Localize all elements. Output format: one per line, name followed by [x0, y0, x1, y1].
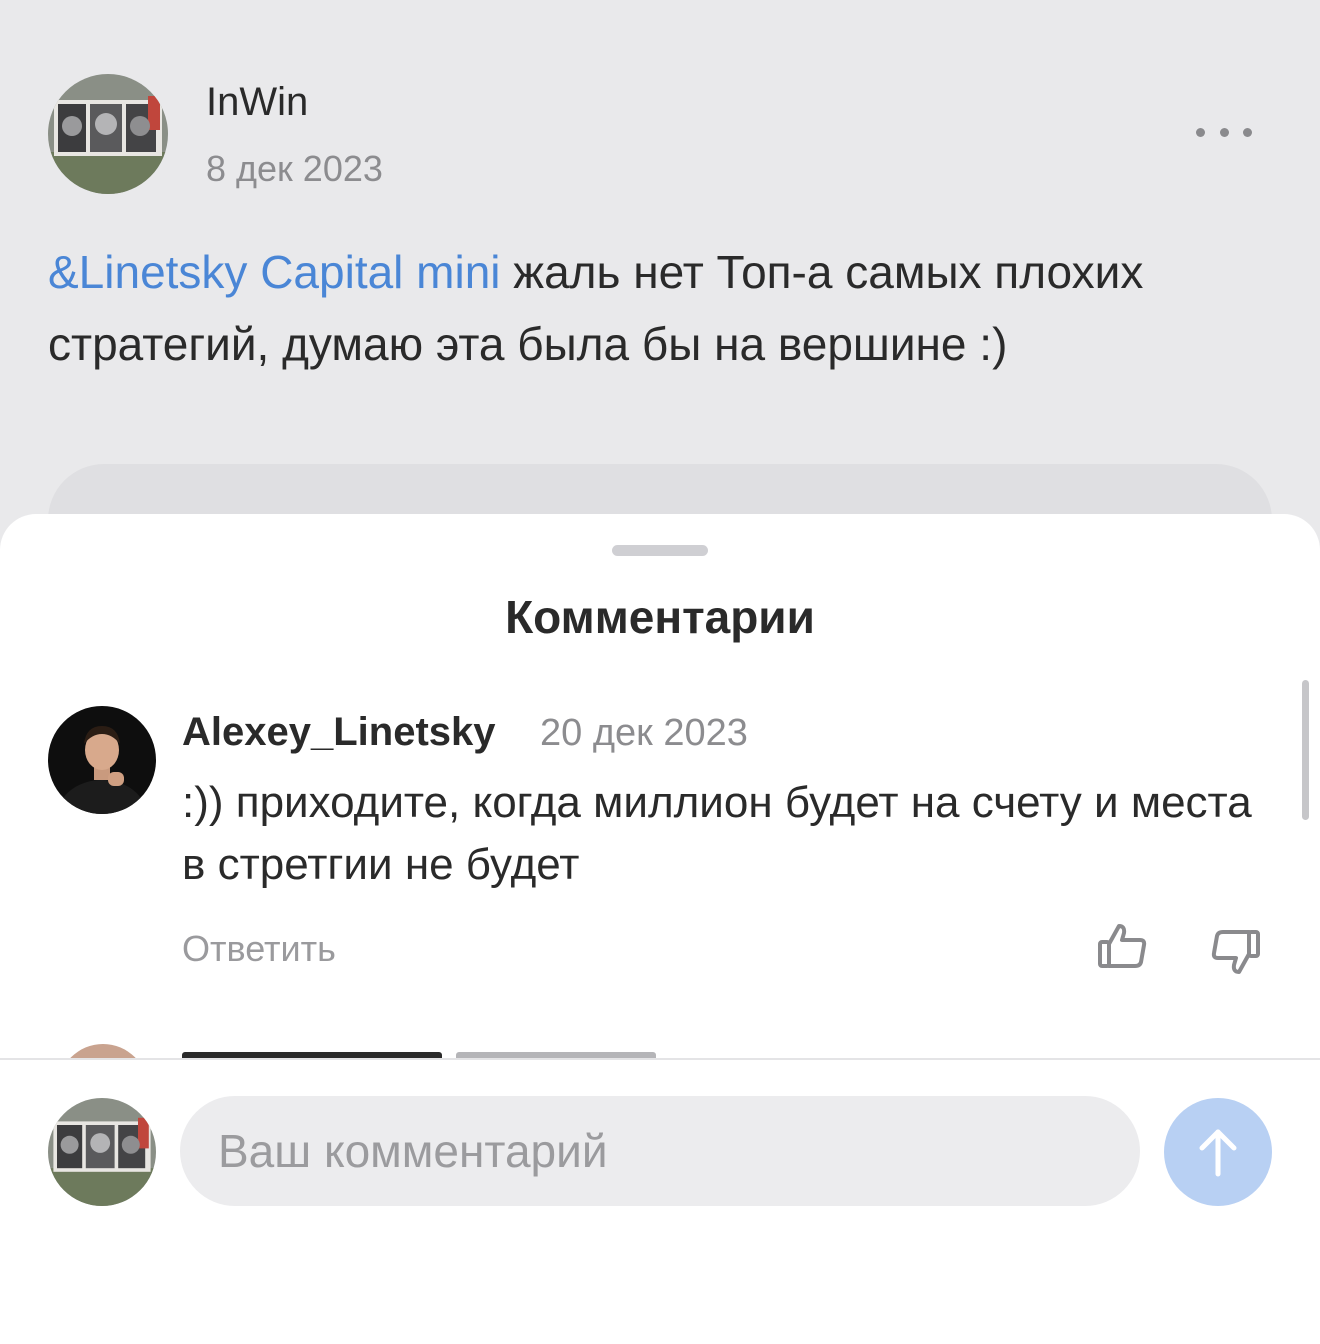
sheet-grabber-handle[interactable]	[612, 545, 708, 556]
arrow-up-icon	[1199, 1129, 1237, 1177]
menu-dot	[1219, 127, 1229, 137]
thumbs-up-icon[interactable]	[1094, 918, 1150, 974]
post-author-avatar[interactable]	[48, 74, 168, 194]
avatar-image	[48, 1098, 156, 1206]
avatar-image	[48, 74, 168, 194]
comment-author-avatar[interactable]	[48, 706, 156, 814]
avatar-image	[48, 706, 156, 814]
menu-dot	[1243, 127, 1252, 137]
scrollbar[interactable]	[1302, 680, 1309, 820]
comment-text: :)) приходите, когда миллион будет на сч…	[182, 778, 1252, 889]
post-mention-link[interactable]: &Linetsky Capital mini	[48, 246, 501, 298]
reply-button[interactable]: Ответить	[182, 928, 336, 970]
post-author-name[interactable]: InWin	[206, 80, 308, 125]
background-post: InWin 8 дек 2023 &Linetsky Capital mini …	[0, 0, 1320, 584]
comments-sheet: Комментарии Alexey_Linetsky 20 дек 2023 …	[0, 514, 1320, 1344]
menu-dot	[1196, 127, 1205, 137]
comment-composer	[0, 1058, 1320, 1344]
sheet-title: Комментарии	[505, 591, 815, 643]
comment-date: 20 дек 2023	[540, 712, 748, 754]
thumbs-down-icon[interactable]	[1208, 924, 1264, 980]
comment-input[interactable]	[180, 1096, 1140, 1206]
next-comment-avatar	[58, 1044, 148, 1058]
post-body: &Linetsky Capital mini жаль нет Топ-а са…	[48, 236, 1228, 380]
send-button[interactable]	[1164, 1098, 1272, 1206]
next-comment-peek	[0, 1044, 1320, 1058]
comment-author-name[interactable]: Alexey_Linetsky	[182, 710, 496, 755]
post-date: 8 дек 2023	[206, 148, 383, 189]
current-user-avatar[interactable]	[48, 1098, 156, 1206]
more-horizontal-icon[interactable]	[1196, 116, 1252, 148]
